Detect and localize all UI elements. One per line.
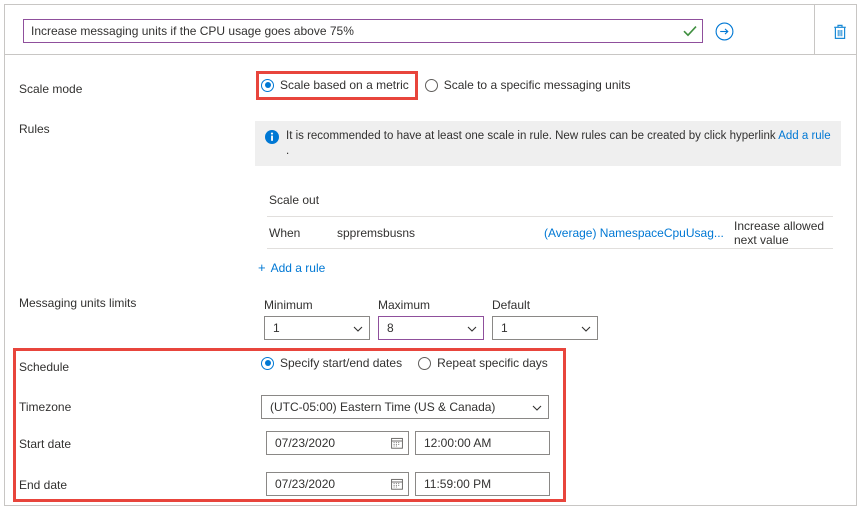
end-time-input[interactable]: 11:59:00 PM (415, 472, 550, 496)
scale-mode-option-metric[interactable]: Scale based on a metric (261, 78, 409, 92)
default-field-group: Default 1 (492, 298, 598, 340)
end-date-label: End date (19, 478, 67, 492)
calendar-icon[interactable] (391, 437, 403, 449)
table-separator-bottom (267, 248, 833, 249)
radio-indicator-metric[interactable] (261, 79, 274, 92)
scale-mode-option-fixed[interactable]: Scale to a specific messaging units (425, 78, 631, 92)
rules-info-text-part1: It is recommended to have at least one s… (286, 130, 778, 142)
schedule-option-dates-label: Specify start/end dates (280, 356, 402, 370)
end-date-input[interactable]: 07/23/2020 (266, 472, 409, 496)
start-date-label: Start date (19, 437, 71, 451)
minimum-caption: Minimum (264, 298, 370, 312)
maximum-caption: Maximum (378, 298, 484, 312)
start-date-value: 07/23/2020 (275, 436, 391, 450)
add-a-rule-link[interactable]: Add a rule (778, 130, 830, 142)
rule-name-field-wrapper[interactable] (23, 19, 703, 43)
rule-name-input[interactable] (24, 21, 680, 41)
scale-mode-radio-group: Scale based on a metric Scale to a speci… (261, 78, 647, 92)
calendar-icon[interactable] (391, 478, 403, 490)
rules-label: Rules (19, 122, 50, 136)
scale-mode-option-metric-label: Scale based on a metric (280, 78, 409, 92)
timezone-value: (UTC-05:00) Eastern Time (US & Canada) (270, 400, 532, 414)
radio-indicator-fixed[interactable] (425, 79, 438, 92)
schedule-option-dates[interactable]: Specify start/end dates (261, 356, 402, 370)
timezone-label: Timezone (19, 400, 71, 414)
arrow-right-circle-icon[interactable] (715, 22, 734, 41)
maximum-value: 8 (387, 321, 467, 335)
schedule-radio-group: Specify start/end dates Repeat specific … (261, 356, 564, 370)
timezone-select[interactable]: (UTC-05:00) Eastern Time (US & Canada) (261, 395, 549, 419)
plus-icon: + (258, 262, 266, 274)
scale-out-table-title: Scale out (267, 193, 833, 216)
chevron-down-icon (581, 323, 591, 333)
messaging-units-limits-fields: Minimum 1 Maximum 8 (264, 298, 606, 340)
chevron-down-icon (532, 402, 542, 412)
start-time-input[interactable]: 12:00:00 AM (415, 431, 550, 455)
start-time-value: 12:00:00 AM (424, 436, 491, 450)
end-time-value: 11:59:00 PM (424, 477, 491, 491)
maximum-field-group: Maximum 8 (378, 298, 484, 340)
chevron-down-icon (353, 323, 363, 333)
trash-delete-icon[interactable] (831, 22, 849, 41)
chevron-down-icon (467, 323, 477, 333)
add-a-rule-button-label: Add a rule (271, 261, 326, 275)
default-caption: Default (492, 298, 598, 312)
cell-when: When (267, 226, 337, 240)
end-date-row: 07/23/2020 11:59:00 PM (266, 472, 550, 496)
rules-info-banner: It is recommended to have at least one s… (255, 121, 841, 166)
rules-info-text-part2: . (286, 145, 289, 157)
add-a-rule-button[interactable]: + Add a rule (258, 261, 325, 275)
scale-out-table: Scale out When sppremsbusns (Average) Na… (267, 193, 833, 249)
cell-action: Increase allowed next value (734, 219, 833, 247)
scale-mode-label: Scale mode (19, 82, 82, 96)
start-date-input[interactable]: 07/23/2020 (266, 431, 409, 455)
rules-info-text: It is recommended to have at least one s… (286, 129, 831, 158)
schedule-label: Schedule (19, 360, 69, 374)
scale-mode-option-fixed-label: Scale to a specific messaging units (444, 78, 631, 92)
messaging-units-limits-label: Messaging units limits (19, 296, 136, 310)
schedule-option-repeat-label: Repeat specific days (437, 356, 548, 370)
start-date-row: 07/23/2020 12:00:00 AM (266, 431, 550, 455)
radio-indicator-repeat[interactable] (418, 357, 431, 370)
minimum-field-group: Minimum 1 (264, 298, 370, 340)
toolbar-divider (814, 5, 815, 54)
scale-rule-panel: Scale mode Scale based on a metric Scale… (4, 4, 857, 506)
info-circle-icon (265, 130, 279, 144)
minimum-value: 1 (273, 321, 353, 335)
checkmark-icon (680, 20, 700, 42)
minimum-select[interactable]: 1 (264, 316, 370, 340)
end-date-value: 07/23/2020 (275, 477, 391, 491)
cell-namespace: sppremsbusns (337, 226, 544, 240)
rule-name-toolbar (5, 5, 856, 55)
default-select[interactable]: 1 (492, 316, 598, 340)
table-row[interactable]: When sppremsbusns (Average) NamespaceCpu… (267, 217, 833, 248)
maximum-select[interactable]: 8 (378, 316, 484, 340)
radio-indicator-dates[interactable] (261, 357, 274, 370)
schedule-option-repeat[interactable]: Repeat specific days (418, 356, 548, 370)
default-value: 1 (501, 321, 581, 335)
cell-metric[interactable]: (Average) NamespaceCpuUsag... (544, 226, 734, 240)
